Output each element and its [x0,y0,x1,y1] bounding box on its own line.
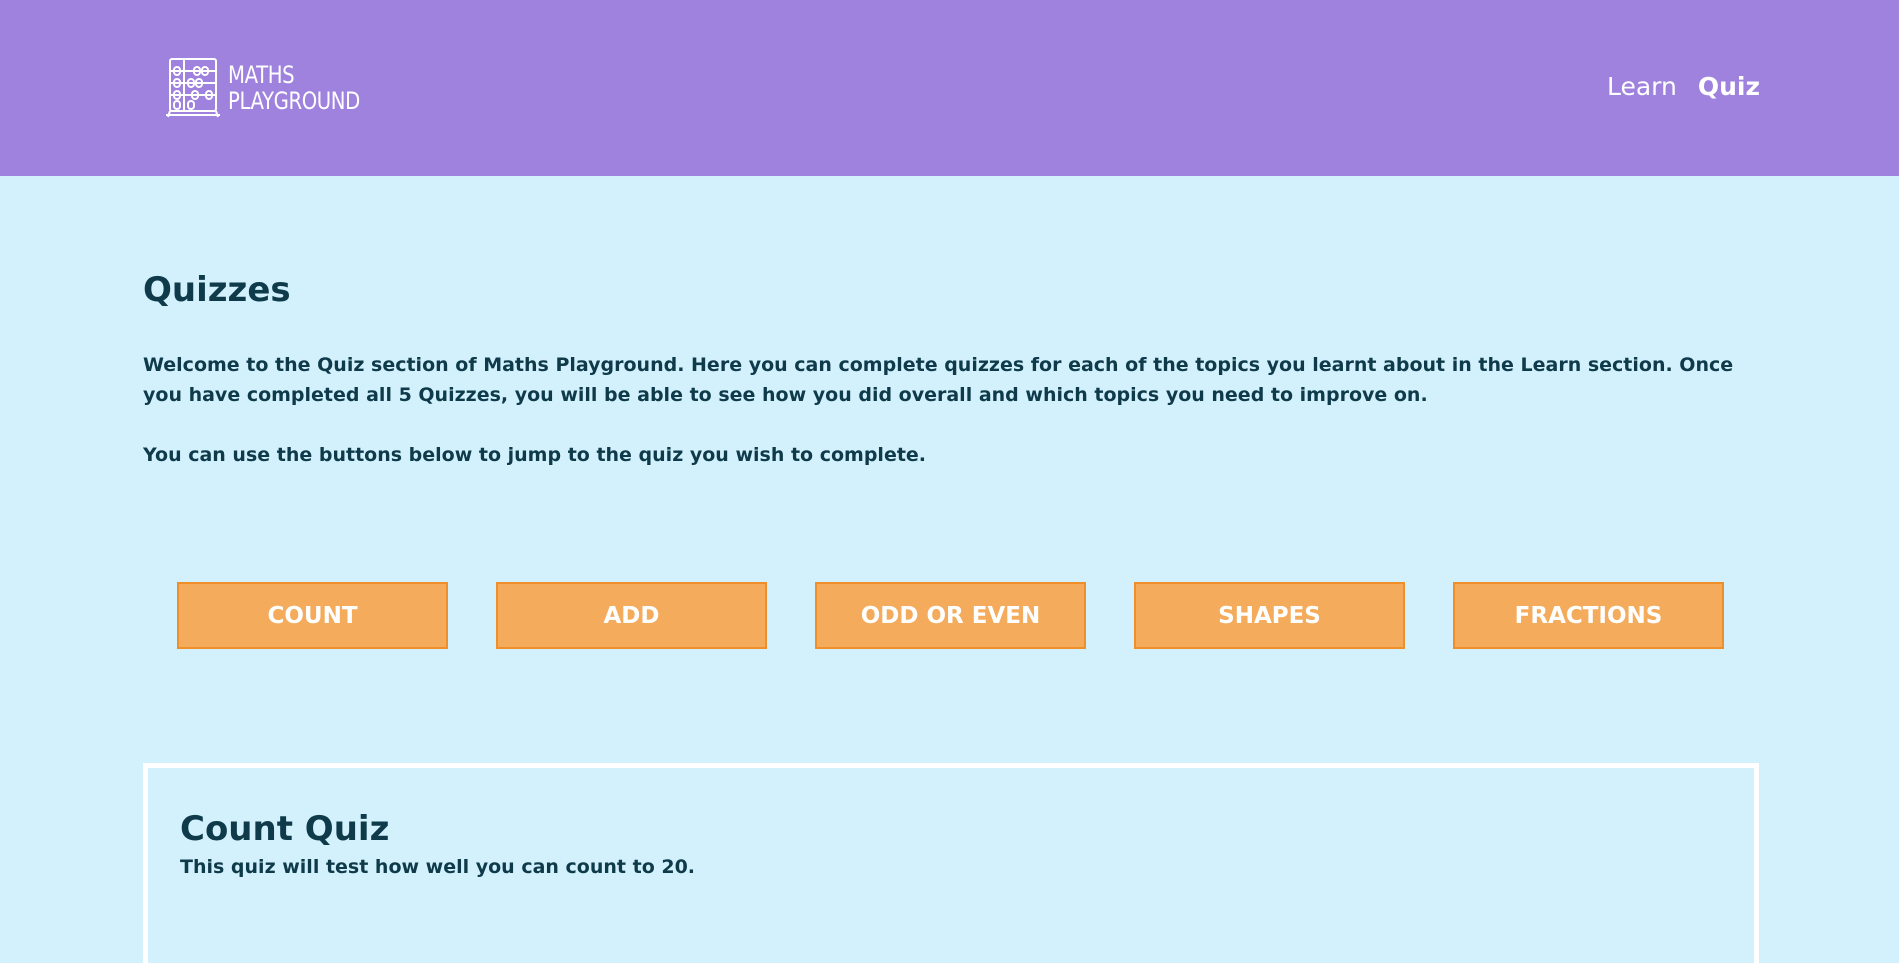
quiz-card-description: This quiz will test how well you can cou… [180,856,696,878]
site-logo[interactable]: MATHS PLAYGROUND [164,57,389,119]
logo-line-2: PLAYGROUND [228,87,360,115]
count-quiz-card: Count Quiz This quiz will test how well … [143,763,1759,963]
abacus-icon [166,58,220,118]
quiz-card-title: Count Quiz [180,809,390,849]
intro-paragraph: Welcome to the Quiz section of Maths Pla… [143,354,1734,406]
shapes-quiz-button[interactable]: SHAPES [1134,582,1405,649]
main-nav: Learn Quiz [1607,72,1760,101]
instructions-paragraph: You can use the buttons below to jump to… [143,444,927,466]
odd-or-even-quiz-button[interactable]: ODD OR EVEN [815,582,1086,649]
page-title: Quizzes [143,270,291,310]
main-content: Quizzes Welcome to the Quiz section of M… [143,270,1763,470]
logo-text: MATHS PLAYGROUND [228,62,360,114]
quiz-button-row: COUNT ADD ODD OR EVEN SHAPES FRACTIONS [177,582,1724,649]
nav-link-learn[interactable]: Learn [1607,72,1677,101]
nav-link-quiz[interactable]: Quiz [1698,72,1760,101]
count-quiz-button[interactable]: COUNT [177,582,448,649]
logo-line-1: MATHS [228,61,295,89]
fractions-quiz-button[interactable]: FRACTIONS [1453,582,1724,649]
add-quiz-button[interactable]: ADD [496,582,767,649]
site-header: MATHS PLAYGROUND Learn Quiz [0,0,1899,176]
